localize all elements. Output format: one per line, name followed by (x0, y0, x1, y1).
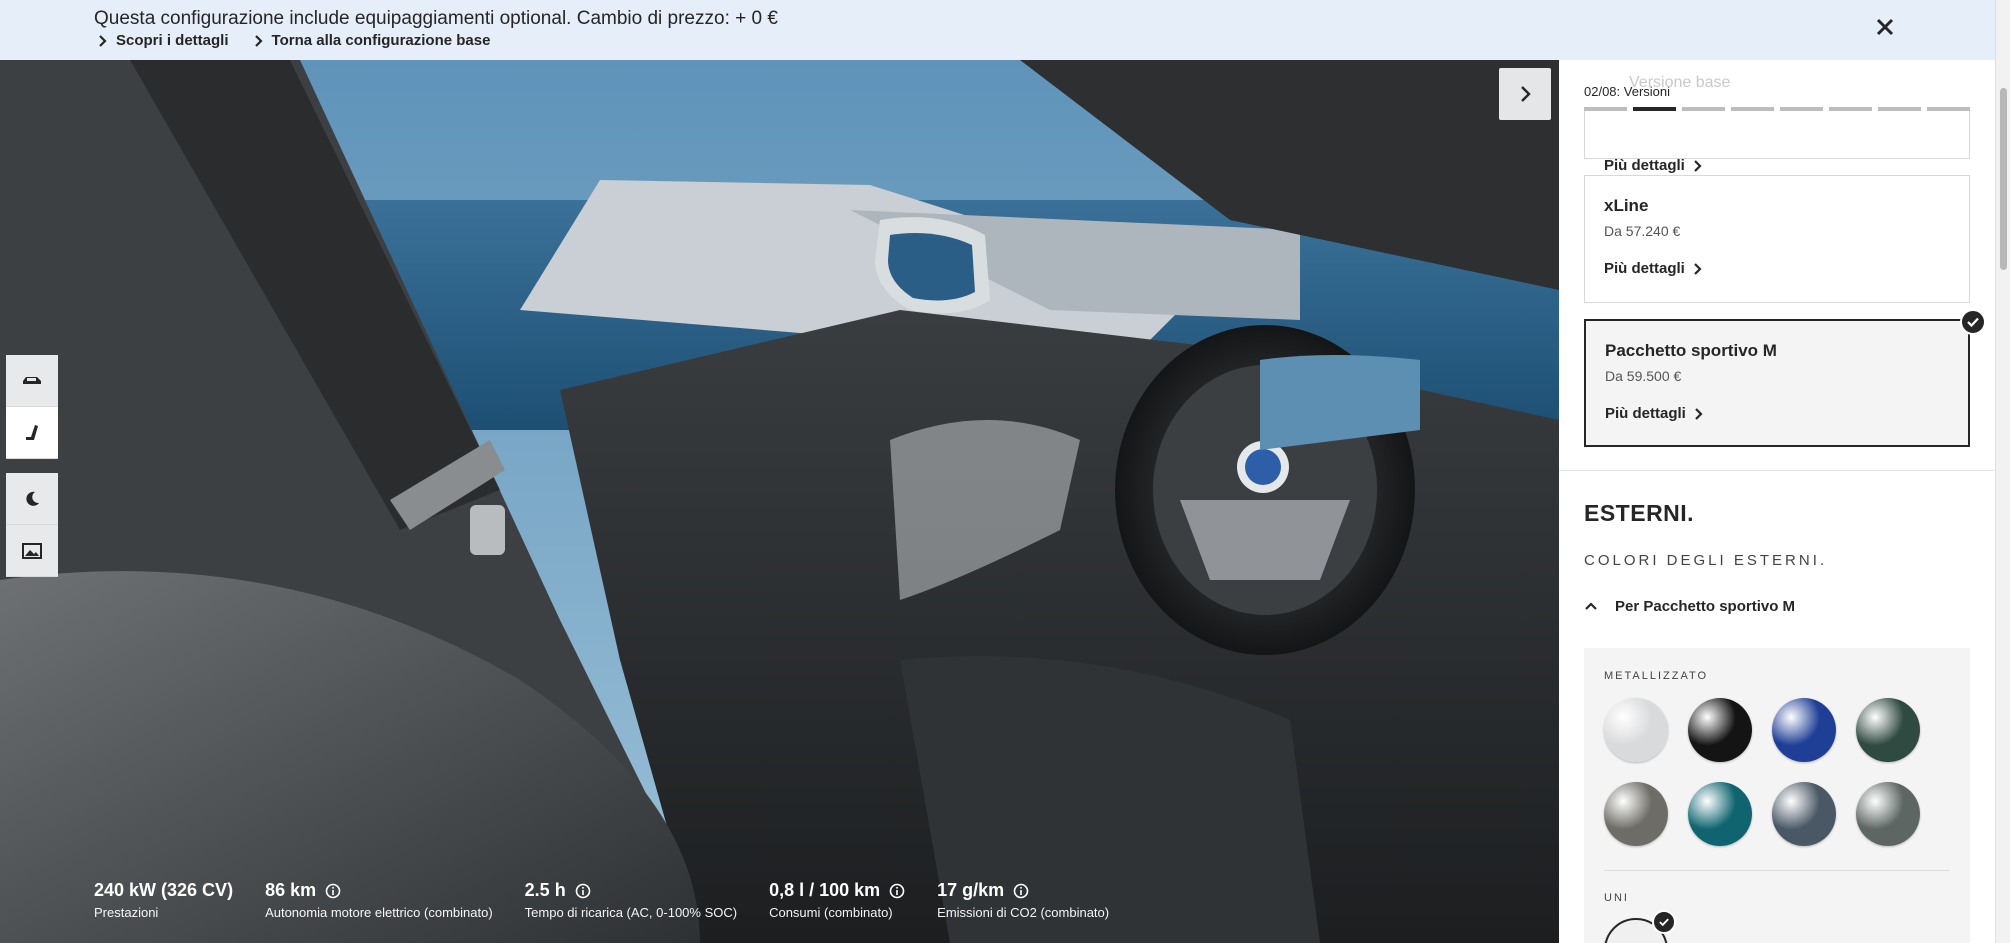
background-image-icon (22, 542, 42, 559)
discover-details-label: Scopri i dettagli (116, 32, 229, 49)
color-swatch-metallic[interactable] (1856, 698, 1920, 762)
version-price: Da 57.240 € (1604, 223, 1681, 239)
chevron-right-icon (254, 34, 263, 47)
technical-specs: 240 kW (326 CV) Prestazioni 86 km Autono… (94, 880, 1141, 920)
chevron-right-icon (1521, 86, 1531, 102)
background-button[interactable] (6, 525, 58, 577)
step-segment[interactable] (1878, 107, 1921, 111)
spec-charge-time: 2.5 h Tempo di ricarica (AC, 0-100% SOC) (525, 880, 737, 920)
chevron-right-icon (99, 34, 107, 47)
discover-details-link[interactable]: Scopri i dettagli (97, 32, 229, 49)
more-details-link[interactable]: Più dettagli (1604, 260, 1702, 277)
color-swatch-metallic[interactable] (1688, 782, 1752, 846)
spec-consumption: 0,8 l / 100 km Consumi (combinato) (769, 880, 905, 920)
faded-version-name: Versione base (1629, 74, 1731, 91)
color-group-toggle[interactable]: Per Pacchetto sportivo M (1584, 598, 1795, 615)
configuration-panel: Più dettagli Versione base 02/08: Versio… (1559, 60, 1995, 943)
chevron-up-icon (1585, 602, 1597, 610)
spec-label: Prestazioni (94, 905, 159, 920)
spec-electric-range: 86 km Autonomia motore elettrico (combin… (265, 880, 493, 920)
info-icon[interactable] (575, 883, 591, 899)
color-swatch-metallic[interactable] (1772, 698, 1836, 762)
color-swatch-metallic[interactable] (1772, 782, 1836, 846)
checkmark-icon (1967, 317, 1979, 328)
spec-value: 86 km (265, 880, 317, 900)
spec-value: 240 kW (326 CV) (94, 880, 234, 900)
car-exterior-icon (23, 376, 41, 384)
selected-check-badge (1960, 309, 1986, 335)
step-segment[interactable] (1731, 107, 1774, 111)
spec-value: 2.5 h (524, 880, 566, 900)
section-divider (1559, 470, 1995, 471)
back-to-base-label: Torna alla configurazione base (271, 32, 491, 49)
chevron-right-icon (1694, 159, 1702, 172)
chevron-right-icon (1694, 262, 1702, 275)
spec-power: 240 kW (326 CV) Prestazioni (94, 880, 233, 920)
version-name: xLine (1604, 196, 1649, 215)
checkmark-icon (1659, 918, 1669, 927)
version-card-xline[interactable]: xLine Da 57.240 € Più dettagli (1584, 175, 1970, 303)
page-scrollbar[interactable] (1995, 0, 2010, 943)
night-mode-button[interactable] (6, 473, 58, 525)
color-selector: METALLIZZATO UNI (1584, 648, 1970, 943)
color-swatch-metallic[interactable] (1856, 782, 1920, 846)
spec-label: Emissioni di CO2 (combinato) (937, 905, 1110, 920)
spec-label: Tempo di ricarica (AC, 0-100% SOC) (524, 905, 738, 920)
scrollbar-thumb[interactable] (2000, 88, 2007, 270)
version-name: Pacchetto sportivo M (1605, 341, 1777, 360)
version-card-m-sport[interactable]: Pacchetto sportivo M Da 59.500 € Più det… (1584, 309, 1986, 447)
info-icon[interactable] (1013, 883, 1029, 899)
exterior-colors-subtitle: COLORI DEGLI ESTERNI. (1584, 552, 1828, 569)
info-icon[interactable] (325, 883, 341, 899)
config-banner: Questa configurazione include equipaggia… (0, 0, 1995, 60)
color-swatch-metallic[interactable] (1688, 698, 1752, 762)
selected-check-badge (1652, 910, 1676, 934)
step-segment[interactable] (1633, 107, 1676, 111)
more-details-label: Più dettagli (1605, 405, 1686, 422)
color-group-label: Per Pacchetto sportivo M (1615, 598, 1796, 615)
next-view-button[interactable] (1499, 68, 1551, 120)
spec-label: Autonomia motore elettrico (combinato) (265, 905, 493, 920)
category-divider (1604, 870, 1950, 871)
step-segment[interactable] (1584, 107, 1627, 111)
spec-label: Consumi (combinato) (769, 905, 893, 920)
interior-seat-icon (26, 424, 38, 440)
color-swatch-metallic[interactable] (1604, 698, 1668, 762)
exterior-view-button[interactable] (6, 355, 58, 407)
chevron-right-icon (1695, 407, 1703, 420)
step-segment[interactable] (1682, 107, 1725, 111)
close-icon[interactable] (1870, 12, 1900, 42)
more-details-link[interactable]: Più dettagli (1605, 405, 1703, 422)
color-swatch-metallic[interactable] (1604, 782, 1668, 846)
car-interior-image (0, 60, 1559, 943)
solid-category-label: UNI (1604, 892, 1629, 904)
step-segment[interactable] (1829, 107, 1872, 111)
step-segment[interactable] (1780, 107, 1823, 111)
spec-emissions: 17 g/km Emissioni di CO2 (combinato) (937, 880, 1109, 920)
step-segments (1584, 107, 1970, 111)
exterior-section-title: ESTERNI. (1584, 500, 1695, 526)
banner-message: Questa configurazione include equipaggia… (94, 8, 778, 29)
info-icon[interactable] (889, 883, 905, 899)
more-details-label: Più dettagli (1604, 157, 1685, 174)
metallic-category-label: METALLIZZATO (1604, 670, 1709, 682)
step-progress: Versione base 02/08: Versioni (1584, 74, 1970, 111)
more-details-link[interactable]: Più dettagli (1604, 157, 1702, 174)
night-mode-icon (26, 491, 39, 506)
more-details-label: Più dettagli (1604, 260, 1685, 277)
spec-value: 0,8 l / 100 km (769, 880, 881, 900)
spec-value: 17 g/km (937, 880, 1005, 900)
version-price: Da 59.500 € (1605, 368, 1682, 384)
step-segment[interactable] (1927, 107, 1970, 111)
interior-view-button[interactable] (6, 407, 58, 459)
back-to-base-link[interactable]: Torna alla configurazione base (253, 32, 491, 49)
car-interior-viewer[interactable]: 240 kW (326 CV) Prestazioni 86 km Autono… (0, 60, 1559, 943)
